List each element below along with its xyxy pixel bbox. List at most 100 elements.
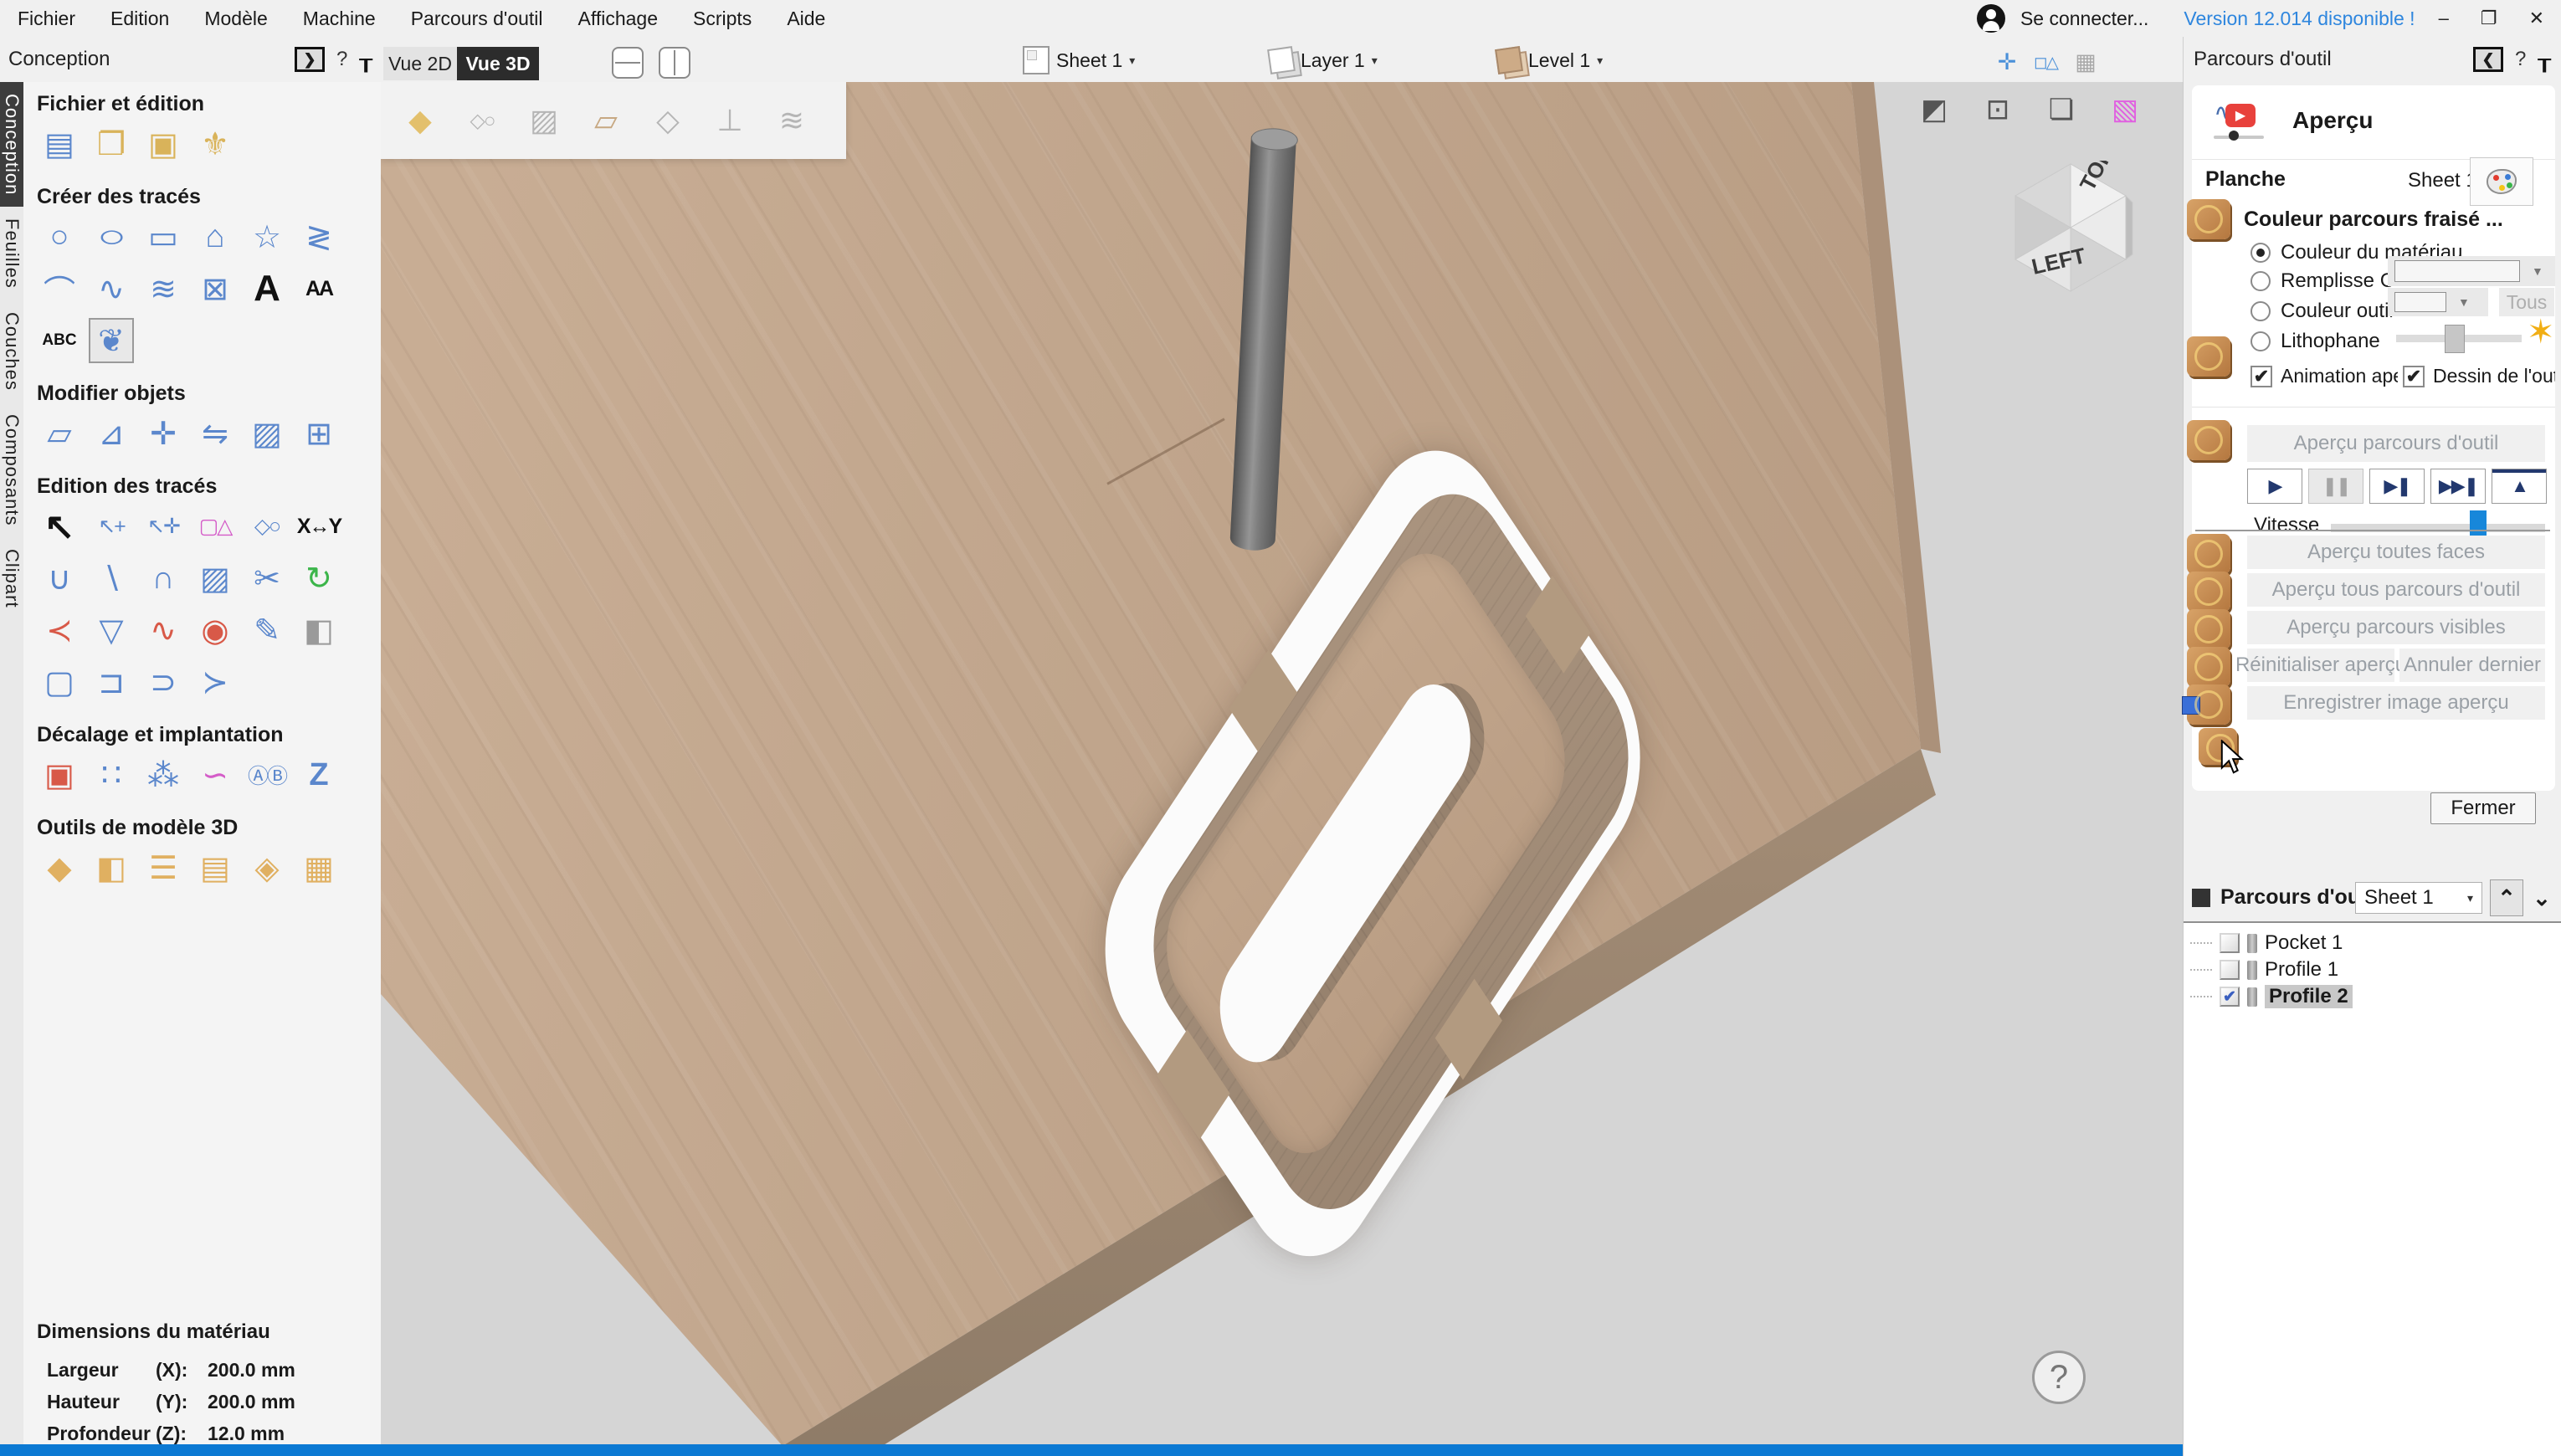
zoom-material-icon[interactable]: ▧ <box>2106 90 2144 129</box>
radio-global-fill[interactable]: Remplisse Globale <box>2250 269 2391 293</box>
radio-tool-color[interactable]: Couleur outil <box>2250 300 2394 323</box>
crop-bitmap-icon[interactable]: ◧ <box>296 608 341 653</box>
run-to-end-button[interactable]: ▲ <box>2492 469 2547 504</box>
sketch-icon[interactable]: ≋ <box>141 266 186 311</box>
sign-in-link[interactable]: Se connecter... <box>2020 8 2148 30</box>
preview-all-toolpaths-button[interactable]: Aperçu tous parcours d'outil <box>2247 573 2545 607</box>
save-preview-image-button[interactable]: Enregistrer image aperçu <box>2247 686 2545 720</box>
nesting-icon[interactable]: ⒶⒷ <box>244 752 290 797</box>
help-bubble-button[interactable]: ? <box>2032 1351 2086 1404</box>
add-3d-model-icon[interactable]: ◆ <box>37 845 82 890</box>
wireframe-cube-icon[interactable]: ◇ <box>647 100 689 141</box>
box-select-icon[interactable]: ▢△ <box>192 504 238 549</box>
panel-collapse-icon[interactable]: ❯ <box>295 47 325 72</box>
split-3d-model-icon[interactable]: ◧ <box>89 845 134 890</box>
sheet-dropdown[interactable]: Sheet 1▾ <box>1023 44 1135 77</box>
sidebar-tab[interactable]: Clipart <box>0 537 23 620</box>
preview-all-sides-button[interactable]: Aperçu toutes faces <box>2247 536 2545 569</box>
weld-vectors-icon[interactable]: ∪ <box>37 556 82 601</box>
step-button[interactable]: ▶❚ <box>2369 469 2425 504</box>
zinger-icon[interactable]: Z <box>296 752 341 797</box>
move-selection-icon[interactable]: ↖✛ <box>141 504 186 549</box>
draw-polyline-icon[interactable]: ≷ <box>296 214 341 259</box>
clipart-bird-icon[interactable]: ❦ <box>89 318 134 363</box>
pin-icon[interactable]: ┰ <box>359 47 372 73</box>
draw-arc-icon[interactable]: ⌒ <box>37 266 82 311</box>
radio-lithophane[interactable]: Lithophane <box>2250 330 2380 353</box>
checkbox-animate-preview[interactable]: ✔Animation aperçu <box>2250 365 2398 387</box>
draw-rectangle-icon[interactable]: ▭ <box>141 214 186 259</box>
sidebar-tab[interactable]: Conception <box>0 82 23 207</box>
viewport-3d[interactable]: ◆◇○▨▱◇⊥≋ ◩⊡❏▧ TOP LEFT ? <box>381 82 2183 1444</box>
export-vectors-icon[interactable]: ⚜ <box>192 121 238 167</box>
corner-external-icon[interactable]: ⊃ <box>141 659 186 705</box>
undo-last-button[interactable]: Annuler dernier <box>2399 649 2545 682</box>
fast-forward-button[interactable]: ▶▶❚ <box>2430 469 2486 504</box>
corner-sharp-icon[interactable]: ≻ <box>192 659 238 705</box>
menu-item[interactable]: Machine <box>285 8 393 29</box>
trace-bitmap-icon[interactable]: ✎ <box>244 608 290 653</box>
draw-curve-icon[interactable]: ∿ <box>89 266 134 311</box>
snap-grid-icon[interactable]: ▦ <box>2069 47 2102 77</box>
menu-item[interactable]: Modèle <box>187 8 285 29</box>
hatch-fill-icon[interactable]: ▨ <box>192 556 238 601</box>
toolpath-visibility-checkbox[interactable]: ✔ <box>2220 987 2240 1007</box>
origin-axes-icon[interactable]: ⊥ <box>709 100 751 141</box>
corner-square-icon[interactable]: ⊐ <box>89 659 134 705</box>
help-icon[interactable]: ? <box>336 48 347 71</box>
corner-round-icon[interactable]: ▢ <box>37 659 82 705</box>
help-icon[interactable]: ? <box>2515 48 2526 71</box>
array-copy-icon[interactable]: ∷ <box>89 752 134 797</box>
restore-button[interactable]: ❐ <box>2472 8 2506 29</box>
iso-view-icon[interactable]: ◩ <box>1915 90 1953 129</box>
sidebar-tab[interactable]: Composants <box>0 402 23 538</box>
layer-dropdown[interactable]: Layer 1▾ <box>1269 44 1378 77</box>
panel-collapse-icon[interactable]: ❮ <box>2473 47 2503 72</box>
node-edit-icon[interactable]: ↖+ <box>89 504 134 549</box>
text-on-curve-icon[interactable]: ABC <box>37 318 82 363</box>
subtract-vectors-icon[interactable]: ∖ <box>89 556 134 601</box>
pin-icon[interactable]: ┰ <box>2538 47 2551 73</box>
menu-item[interactable]: Scripts <box>675 8 769 29</box>
toolpath-row-profile-1[interactable]: Profile 1 <box>2184 956 2561 983</box>
toolpath-sheet-select[interactable]: Sheet 1▾ <box>2355 882 2482 914</box>
extrude-3d-icon[interactable]: ◈ <box>244 845 290 890</box>
dimension-icon[interactable]: ⊠ <box>192 266 238 311</box>
chamfer-icon[interactable]: ▽ <box>89 608 134 653</box>
close-panel-button[interactable]: Fermer <box>2430 792 2536 824</box>
trim-vectors-icon[interactable]: ✂ <box>244 556 290 601</box>
draw-polygon-icon[interactable]: ⌂ <box>192 214 238 259</box>
tool-color-dropdown[interactable]: ▼ <box>2388 288 2488 316</box>
toolpath-row-profile-2[interactable]: ✔ Profile 2 <box>2184 983 2561 1010</box>
menu-item[interactable]: Affichage <box>561 8 675 29</box>
zoom-selection-icon[interactable]: ⊡ <box>1978 90 2017 129</box>
copy-along-curve-icon[interactable]: ∽ <box>192 752 238 797</box>
material-color-button[interactable] <box>2470 157 2533 206</box>
tab-vue-2d[interactable]: Vue 2D <box>383 47 457 80</box>
add-zero-plane-icon[interactable]: ▦ <box>296 845 341 890</box>
snap-geometry-icon[interactable]: ◻△ <box>2029 47 2062 77</box>
user-avatar-icon[interactable] <box>1977 4 2005 33</box>
global-fill-color-dropdown[interactable]: ▼ <box>2388 256 2555 286</box>
toolpath-visibility-checkbox[interactable] <box>2220 960 2240 980</box>
mirror-icon[interactable]: ⇋ <box>192 411 238 456</box>
smooth-curve-icon[interactable]: ∿ <box>141 608 186 653</box>
measure-xy-icon[interactable]: X↔Y <box>296 504 341 549</box>
menu-item[interactable]: Fichier <box>0 8 93 29</box>
lithophane-slider-handle[interactable] <box>2445 325 2465 353</box>
toggle-toolpaths-icon[interactable]: ≋ <box>771 100 813 141</box>
offset-icon[interactable]: ▣ <box>37 752 82 797</box>
preview-visible-toolpaths-button[interactable]: Aperçu parcours visibles <box>2247 611 2545 644</box>
play-button[interactable]: ▶ <box>2247 469 2302 504</box>
sidebar-tab[interactable]: Feuilles <box>0 207 23 300</box>
stack-3d-models-icon[interactable]: ☰ <box>141 845 186 890</box>
minimize-button[interactable]: – <box>2430 8 2457 29</box>
select-icon[interactable]: ↖ <box>37 504 82 549</box>
checkbox-draw-tool[interactable]: ✔Dessin de l'outil <box>2403 365 2555 387</box>
view-cube[interactable]: TOP LEFT <box>1999 161 2143 300</box>
split-horizontal-button[interactable] <box>612 47 644 79</box>
move-toolpath-down-button[interactable]: ⌄ <box>2525 879 2558 916</box>
version-update-link[interactable]: Version 12.014 disponible ! <box>2184 8 2415 30</box>
position-icon[interactable]: ✛ <box>141 411 186 456</box>
snap-nodes-icon[interactable]: ✛ <box>1990 47 2024 77</box>
